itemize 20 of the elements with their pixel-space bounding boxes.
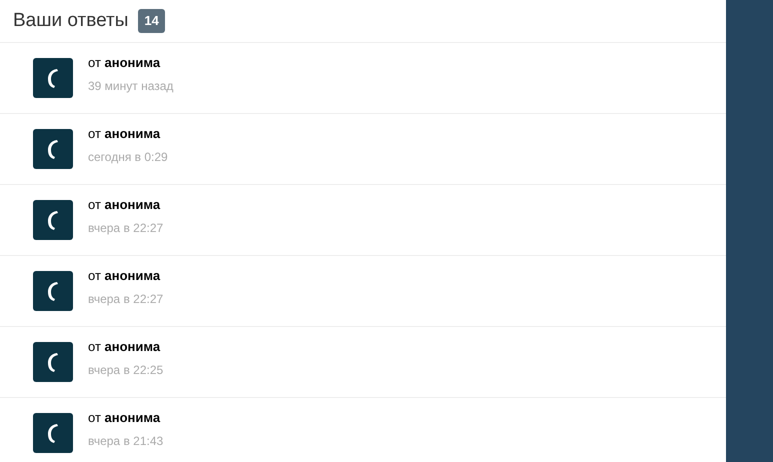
avatar-icon <box>33 413 73 453</box>
answer-time: 39 минут назад <box>88 78 174 95</box>
author-text: от анонима <box>88 197 162 213</box>
avatar-icon <box>33 342 73 382</box>
author-text: от анонима <box>88 55 162 71</box>
answer-time: вчера в 22:25 <box>88 362 164 379</box>
answer-time: вчера в 22:27 <box>88 290 164 308</box>
author-text: от анонима <box>88 339 162 355</box>
avatar-icon <box>33 271 73 311</box>
author-text: от анонима <box>88 268 162 284</box>
answer-time: вчера в 22:27 <box>88 220 164 237</box>
answer-time: вчера в 21:43 <box>88 432 164 450</box>
avatar-icon <box>33 129 73 169</box>
author-text: от анонима <box>88 126 162 142</box>
avatar-icon <box>33 200 73 240</box>
count-badge: 14 <box>138 9 165 33</box>
answer-time: сегодня в 0:29 <box>88 148 168 166</box>
page-title: Ваши ответы <box>13 8 128 33</box>
avatar-icon <box>33 58 73 98</box>
author-text: от анонима <box>88 410 162 426</box>
